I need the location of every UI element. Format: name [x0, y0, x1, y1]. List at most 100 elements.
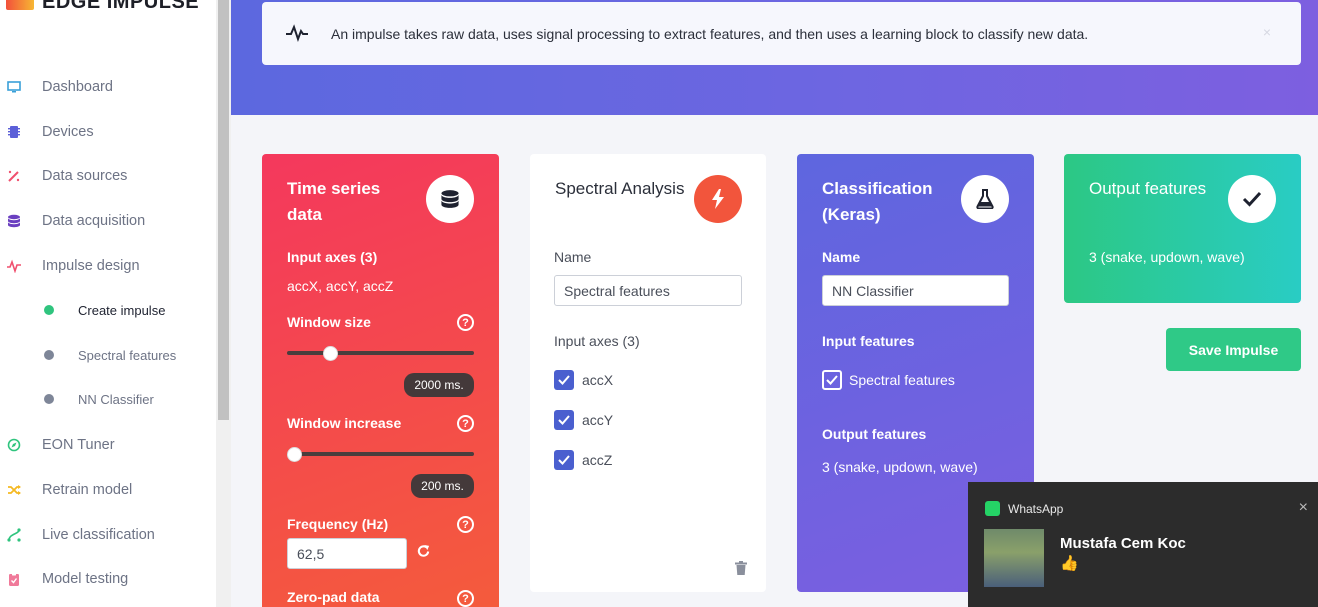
refresh-icon[interactable]: [416, 544, 431, 564]
shuffle-icon: [7, 483, 21, 497]
axis-label: accY: [582, 412, 614, 428]
sidebar-subitem-nn-classifier[interactable]: NN Classifier: [0, 386, 216, 412]
window-increase-value: 200 ms.: [411, 474, 474, 498]
sidebar-item-label: Data acquisition: [42, 213, 146, 229]
frequency-input[interactable]: 62,5: [287, 538, 407, 569]
logo[interactable]: EDGE IMPULSE: [6, 0, 199, 14]
axis-label: accZ: [582, 452, 613, 468]
sidebar-subitem-spectral-features[interactable]: Spectral features: [0, 342, 216, 368]
sidebar-item-label: Model testing: [42, 571, 129, 587]
input-features-label: Input features: [822, 333, 915, 349]
info-alert: An impulse takes raw data, uses signal p…: [262, 2, 1301, 65]
close-icon[interactable]: ×: [1299, 499, 1308, 517]
sidebar-item-data-sources[interactable]: Data sources: [0, 161, 216, 191]
status-dot: [44, 394, 54, 404]
sidebar-item-devices[interactable]: Devices: [0, 117, 216, 147]
logo-mark: [6, 0, 34, 10]
checkbox[interactable]: [554, 410, 574, 430]
sidebar-subitem-label: Create impulse: [78, 302, 166, 318]
help-icon[interactable]: ?: [457, 590, 474, 607]
output-features-label: Output features: [822, 426, 927, 442]
window-size-slider[interactable]: [287, 351, 474, 355]
window-size-slider-thumb[interactable]: [323, 346, 339, 361]
output-features-value: 3 (snake, updown, wave): [1089, 249, 1245, 265]
card-title: Time series data: [287, 179, 381, 224]
input-axes-label: Input axes (3): [287, 249, 378, 265]
name-label: Name: [554, 249, 592, 265]
sidebar-subitem-label: Spectral features: [78, 347, 177, 363]
help-icon[interactable]: ?: [457, 516, 474, 533]
output-features-card: Output features 3 (snake, updown, wave): [1064, 154, 1301, 303]
help-icon[interactable]: ?: [457, 415, 474, 432]
pulse-icon: [286, 24, 308, 47]
database-icon: [7, 214, 21, 228]
time-series-card: Time series data Input axes (3) accX, ac…: [262, 154, 499, 607]
checkbox[interactable]: [554, 370, 574, 390]
whatsapp-icon: [985, 501, 1000, 516]
database-icon: [426, 175, 474, 223]
info-text: An impulse takes raw data, uses signal p…: [331, 25, 1089, 42]
sidebar-item-model-testing[interactable]: Model testing: [0, 564, 216, 594]
check-icon: [1228, 175, 1276, 223]
clipboard-icon: [7, 572, 21, 586]
notification-message: 👍: [1060, 555, 1079, 572]
spectral-name-input[interactable]: Spectral features: [554, 275, 742, 306]
sidebar-subitem-label: NN Classifier: [78, 391, 154, 407]
status-dot: [44, 305, 54, 315]
window-size-value: 2000 ms.: [404, 373, 474, 397]
sidebar-item-impulse-design[interactable]: Impulse design: [0, 251, 216, 281]
flow-icon: [7, 528, 21, 542]
window-increase-slider-thumb[interactable]: [287, 447, 302, 462]
card-title: Classification (Keras): [822, 179, 933, 224]
monitor-icon: [7, 80, 21, 94]
avatar: [984, 529, 1044, 587]
window-increase-slider[interactable]: [287, 452, 474, 456]
sidebar-item-eon-tuner[interactable]: EON Tuner: [0, 430, 216, 460]
input-axes-label: Input axes (3): [554, 333, 640, 349]
sidebar-item-dashboard[interactable]: Dashboard: [0, 72, 216, 102]
input-feature-label: Spectral features: [849, 372, 955, 388]
checkbox[interactable]: [554, 450, 574, 470]
logo-text: EDGE IMPULSE: [42, 0, 200, 13]
status-dot: [44, 350, 54, 360]
window-size-label: Window size: [287, 314, 371, 330]
card-title: Output features: [1089, 179, 1207, 198]
help-icon[interactable]: ?: [457, 314, 474, 331]
sidebar-item-label: Data sources: [42, 168, 128, 184]
close-icon[interactable]: ×: [1263, 24, 1271, 40]
compass-icon: [7, 438, 21, 452]
classifier-name-input[interactable]: NN Classifier: [822, 275, 1009, 306]
bolt-icon: [694, 175, 742, 223]
pulse-icon: [7, 259, 21, 273]
zero-pad-label: Zero-pad data: [287, 589, 380, 605]
sidebar-subitem-create-impulse[interactable]: Create impulse: [0, 297, 216, 323]
card-title: Spectral Analysis: [555, 179, 685, 198]
sidebar-item-label: Dashboard: [42, 79, 113, 95]
output-features-value: 3 (snake, updown, wave): [822, 459, 978, 475]
sidebar-item-label: Live classification: [42, 527, 155, 543]
sidebar: EDGE IMPULSE Dashboard Devices Data sour…: [0, 0, 216, 607]
notification-app-name: WhatsApp: [1008, 502, 1064, 516]
sidebar-item-data-acquisition[interactable]: Data acquisition: [0, 206, 216, 236]
axis-label: accX: [582, 372, 614, 388]
sidebar-item-label: EON Tuner: [42, 437, 115, 453]
sidebar-item-retrain-model[interactable]: Retrain model: [0, 475, 216, 505]
sidebar-scrollbar-thumb[interactable]: [218, 0, 229, 420]
frequency-label: Frequency (Hz): [287, 516, 389, 532]
wand-icon: [7, 169, 21, 183]
spectral-analysis-card: Spectral Analysis Name Spectral features…: [530, 154, 766, 592]
chip-icon: [7, 125, 21, 139]
whatsapp-notification[interactable]: WhatsApp × Mustafa Cem Koc 👍: [968, 482, 1318, 607]
trash-icon[interactable]: [735, 561, 747, 580]
sidebar-item-live-classification[interactable]: Live classification: [0, 520, 216, 550]
sidebar-item-label: Retrain model: [42, 482, 133, 498]
sidebar-item-label: Impulse design: [42, 258, 140, 274]
window-increase-label: Window increase: [287, 415, 402, 431]
flask-icon: [961, 175, 1009, 223]
input-axes-value: accX, accY, accZ: [287, 278, 394, 294]
checkbox[interactable]: [822, 370, 842, 390]
save-impulse-button[interactable]: Save Impulse: [1166, 328, 1301, 371]
notification-sender: Mustafa Cem Koc: [1060, 535, 1186, 552]
sidebar-item-label: Devices: [42, 124, 94, 140]
name-label: Name: [822, 249, 861, 265]
